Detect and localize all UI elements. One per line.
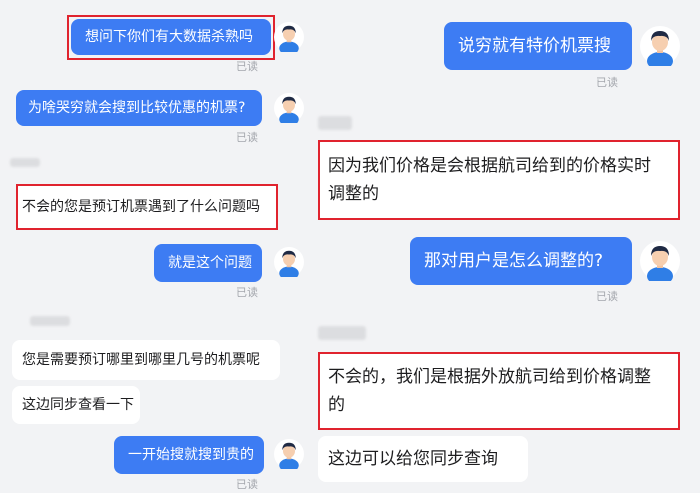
read-receipt: 已读 (236, 60, 258, 73)
outgoing-message[interactable]: 就是这个问题 (154, 244, 262, 282)
read-receipt: 已读 (236, 286, 258, 299)
incoming-message[interactable]: 这边同步查看一下 (12, 386, 140, 424)
incoming-message[interactable]: 这边可以给您同步查询 (318, 436, 528, 482)
read-receipt: 已读 (596, 290, 618, 303)
user-avatar-icon (640, 26, 680, 66)
blurred-sender-name (318, 116, 352, 130)
incoming-message[interactable]: 您是需要预订哪里到哪里几号的机票呢 (12, 340, 280, 380)
user-avatar-icon (640, 241, 680, 281)
user-avatar-icon (274, 247, 304, 277)
user-avatar-icon (274, 93, 304, 123)
blurred-sender-name (10, 158, 40, 167)
highlight-box (16, 184, 278, 230)
highlight-box (67, 15, 275, 60)
read-receipt: 已读 (236, 478, 258, 489)
read-receipt: 已读 (596, 76, 618, 89)
highlight-box (318, 352, 680, 430)
user-avatar-icon (274, 22, 304, 52)
outgoing-message[interactable]: 为啥哭穷就会搜到比较优惠的机票? (16, 90, 262, 126)
outgoing-message[interactable]: 那对用户是怎么调整的? (410, 237, 632, 285)
user-avatar-icon (274, 439, 304, 469)
blurred-sender-name (318, 326, 366, 340)
outgoing-message[interactable]: 说穷就有特价机票搜 (444, 22, 632, 70)
read-receipt: 已读 (236, 131, 258, 144)
left-chat-screenshot: 想问下你们有大数据杀熟吗 已读 为啥哭穷就会搜到比较优惠的机票? 已读 不会的您… (4, 4, 310, 489)
highlight-box (318, 140, 680, 220)
right-chat-screenshot: 说穷就有特价机票搜 已读 因为我们价格是会根据航司给到的价格实时 调整的 那对用… (314, 4, 696, 489)
outgoing-message[interactable]: 一开始搜就搜到贵的 (114, 436, 264, 474)
blurred-sender-name (30, 316, 70, 326)
